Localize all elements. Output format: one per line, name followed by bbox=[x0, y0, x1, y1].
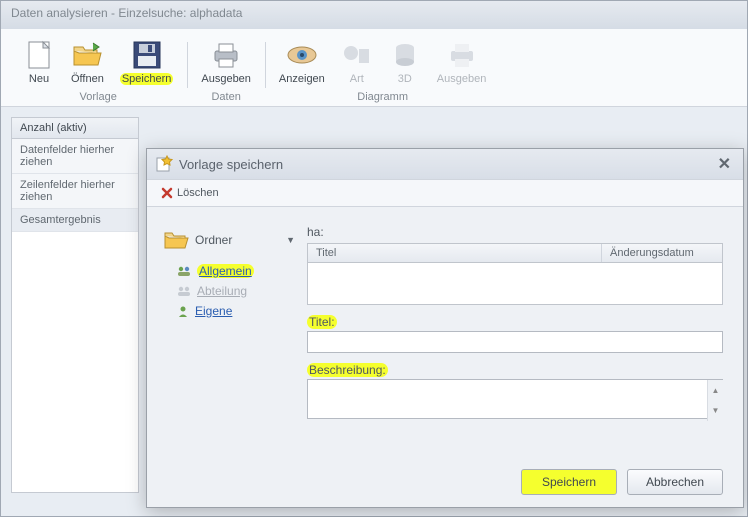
pivot-sidebar: Anzahl (aktiv) Datenfelder hierher ziehe… bbox=[11, 117, 139, 493]
ribbon-group-daten: Ausgeben Daten bbox=[187, 37, 265, 106]
printer-icon bbox=[210, 39, 242, 71]
ribbon-group-label: Diagramm bbox=[357, 87, 408, 106]
textarea-scroll[interactable]: ▲▼ bbox=[707, 380, 723, 421]
title-input[interactable] bbox=[307, 331, 723, 353]
template-star-icon bbox=[155, 155, 173, 173]
delete-button[interactable]: Löschen bbox=[155, 185, 225, 201]
folder-icon bbox=[163, 229, 189, 251]
window-title: Daten analysieren - Einzelsuche: alphada… bbox=[11, 6, 242, 20]
close-button[interactable]: ✕ bbox=[714, 154, 735, 174]
ribbon-group-diagramm: Anzeigen Art 3D bbox=[265, 37, 500, 106]
save-template-dialog: Vorlage speichern ✕ Löschen Ordner ▼ All… bbox=[146, 148, 744, 508]
dialog-title-bar[interactable]: Vorlage speichern ✕ bbox=[147, 149, 743, 179]
ribbon-group-label: Vorlage bbox=[80, 87, 117, 106]
delete-icon bbox=[161, 187, 173, 199]
data-fields-dropzone[interactable]: Datenfelder hierher ziehen bbox=[12, 139, 138, 174]
new-button[interactable]: Neu bbox=[15, 37, 63, 87]
chart-export-button[interactable]: Ausgeben bbox=[429, 37, 495, 87]
eye-icon bbox=[286, 39, 318, 71]
ribbon-group-vorlage: Neu Öffnen Speichern Vorlage bbox=[9, 37, 187, 106]
folder-open-icon bbox=[71, 39, 103, 71]
printer-icon bbox=[446, 39, 478, 71]
people-icon bbox=[177, 265, 191, 277]
folder-allgemein[interactable]: Allgemein bbox=[159, 261, 299, 281]
new-icon bbox=[23, 39, 55, 71]
dialog-cancel-button[interactable]: Abbrechen bbox=[627, 469, 723, 495]
row-fields-dropzone[interactable]: Zeilenfelder hierher ziehen bbox=[12, 174, 138, 209]
export-button[interactable]: Ausgeben bbox=[193, 37, 259, 87]
save-button[interactable]: Speichern bbox=[112, 37, 182, 87]
cylinder-icon bbox=[389, 39, 421, 71]
people-icon bbox=[177, 285, 191, 297]
description-label: Beschreibung: bbox=[307, 363, 723, 377]
sidebar-body bbox=[12, 232, 138, 492]
dialog-title: Vorlage speichern bbox=[179, 157, 714, 172]
ribbon-group-label: Daten bbox=[211, 87, 240, 106]
description-input[interactable] bbox=[307, 379, 723, 419]
ribbon: Neu Öffnen Speichern Vorlage bbox=[1, 29, 747, 107]
open-button[interactable]: Öffnen bbox=[63, 37, 112, 87]
col-modified[interactable]: Änderungsdatum bbox=[602, 244, 722, 262]
window-title-bar: Daten analysieren - Einzelsuche: alphada… bbox=[1, 1, 747, 29]
sidebar-tab[interactable]: Anzahl (aktiv) bbox=[12, 118, 138, 139]
title-label: Titel: bbox=[307, 315, 723, 329]
floppy-icon bbox=[131, 39, 163, 71]
folder-column: Ordner ▼ Allgemein Abteilung Eigene bbox=[159, 225, 299, 453]
chart-type-icon bbox=[341, 39, 373, 71]
chart-3d-button[interactable]: 3D bbox=[381, 37, 429, 87]
person-icon bbox=[177, 305, 189, 317]
grid-header: Titel Änderungsdatum bbox=[308, 244, 722, 263]
main-column: ha: Titel Änderungsdatum Titel: Beschrei… bbox=[307, 225, 723, 453]
folder-abteilung[interactable]: Abteilung bbox=[159, 281, 299, 301]
folder-eigene[interactable]: Eigene bbox=[159, 301, 299, 321]
show-chart-button[interactable]: Anzeigen bbox=[271, 37, 333, 87]
col-title[interactable]: Titel bbox=[308, 244, 602, 262]
templates-grid[interactable]: Titel Änderungsdatum bbox=[307, 243, 723, 305]
chart-type-button[interactable]: Art bbox=[333, 37, 381, 87]
dialog-toolbar: Löschen bbox=[147, 179, 743, 207]
ha-label: ha: bbox=[307, 225, 723, 239]
dialog-body: Ordner ▼ Allgemein Abteilung Eigene ha: … bbox=[147, 207, 743, 463]
chevron-down-icon: ▼ bbox=[286, 235, 295, 245]
dialog-save-button[interactable]: Speichern bbox=[521, 469, 617, 495]
folder-header[interactable]: Ordner ▼ bbox=[159, 225, 299, 261]
dialog-footer: Speichern Abbrechen bbox=[147, 463, 743, 507]
total-row[interactable]: Gesamtergebnis bbox=[12, 209, 138, 232]
